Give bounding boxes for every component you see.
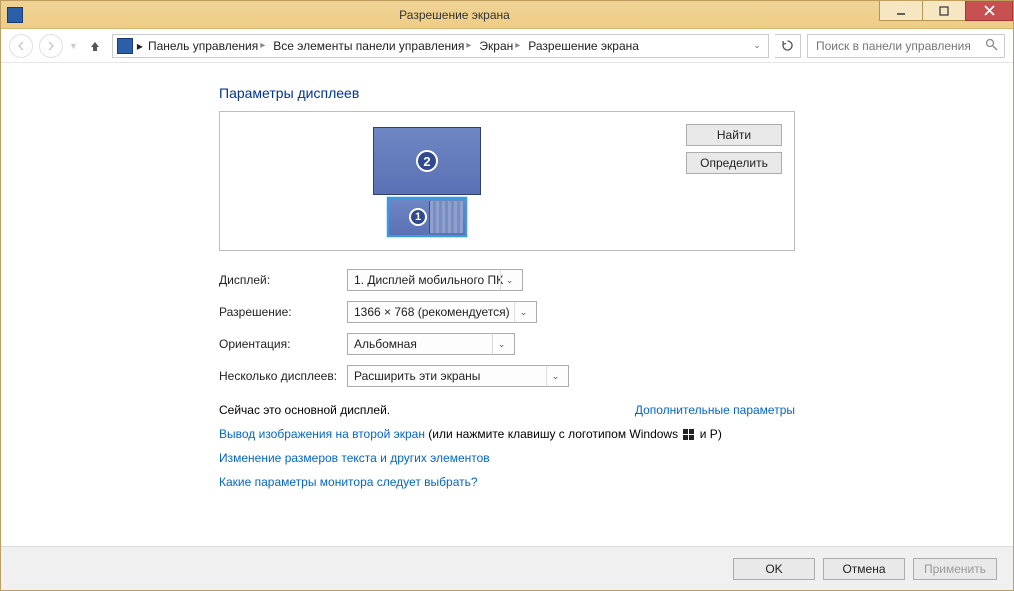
select-value: Расширить эти экраны [354,369,480,383]
breadcrumb-item[interactable]: Разрешение экрана [525,39,642,53]
orientation-select[interactable]: Альбомная ⌄ [347,333,515,355]
dialog-footer: OK Отмена Применить [1,546,1013,590]
monitor-2[interactable]: 2 [373,127,481,195]
up-button[interactable] [84,35,106,57]
address-dropdown-icon[interactable]: ⌄ [748,37,766,55]
chevron-right-icon[interactable]: ▸ [466,40,471,51]
refresh-button[interactable] [775,34,801,58]
select-value: 1366 × 768 (рекомендуется) [354,305,510,319]
control-panel-icon [117,38,133,54]
window-title: Разрешение экрана [29,8,880,22]
project-hint-2: и P) [696,427,721,441]
chevron-down-icon: ⌄ [546,366,564,386]
minimize-button[interactable] [879,1,923,21]
search-box[interactable] [807,34,1005,58]
history-dropdown-icon[interactable]: ▼ [69,41,78,51]
apply-button[interactable]: Применить [913,558,997,580]
settings-form: Дисплей: 1. Дисплей мобильного ПК ⌄ Разр… [219,269,795,387]
display-arrangement[interactable]: 2 1 [220,112,634,250]
back-button[interactable] [9,34,33,58]
chevron-right-icon[interactable]: ▸ [137,39,143,53]
monitor-number: 1 [409,208,427,226]
navbar: ▼ ▸ Панель управления▸ Все элементы пане… [1,29,1013,63]
multi-display-select[interactable]: Расширить эти экраны ⌄ [347,365,569,387]
display-label: Дисплей: [219,273,347,287]
content-area: Параметры дисплеев 2 1 Найти [1,63,1013,546]
monitor-1[interactable]: 1 [387,197,467,237]
close-button[interactable] [965,1,1013,21]
laptop-keyboard-icon [429,201,463,233]
advanced-settings-link[interactable]: Дополнительные параметры [635,403,795,417]
display-preview: 2 1 Найти Определить [219,111,795,251]
resolution-select[interactable]: 1366 × 768 (рекомендуется) ⌄ [347,301,537,323]
project-link-row: Вывод изображения на второй экран (или н… [219,427,795,441]
orientation-label: Ориентация: [219,337,347,351]
chevron-right-icon[interactable]: ▸ [260,40,265,51]
page-heading: Параметры дисплеев [219,85,795,101]
breadcrumb-item[interactable]: Все элементы панели управления▸ [270,39,474,53]
project-hint-1: (или нажмите клавишу с логотипом Windows [425,427,681,441]
display-select[interactable]: 1. Дисплей мобильного ПК ⌄ [347,269,523,291]
primary-display-note: Сейчас это основной дисплей. [219,403,390,417]
chevron-down-icon: ⌄ [514,302,532,322]
search-icon[interactable] [985,38,998,54]
ok-button[interactable]: OK [733,558,815,580]
search-input[interactable] [814,38,998,54]
cancel-button[interactable]: Отмена [823,558,905,580]
select-value: Альбомная [354,337,417,351]
multi-display-label: Несколько дисплеев: [219,369,347,383]
chevron-right-icon[interactable]: ▸ [515,40,520,51]
project-link[interactable]: Вывод изображения на второй экран [219,427,425,441]
select-value: 1. Дисплей мобильного ПК [354,273,503,287]
breadcrumb-item[interactable]: Экран▸ [476,39,523,53]
chevron-down-icon: ⌄ [500,270,518,290]
window-frame: Разрешение экрана ▼ ▸ Панель управл [0,0,1014,591]
app-icon [7,7,23,23]
forward-button[interactable] [39,34,63,58]
breadcrumb-bar[interactable]: ▸ Панель управления▸ Все элементы панели… [112,34,769,58]
monitor-number: 2 [416,150,438,172]
resize-text-link[interactable]: Изменение размеров текста и других элеме… [219,451,795,465]
windows-logo-icon [683,429,694,440]
identify-button[interactable]: Определить [686,152,782,174]
breadcrumb-item[interactable]: Панель управления▸ [145,39,268,53]
chevron-down-icon: ⌄ [492,334,510,354]
find-button[interactable]: Найти [686,124,782,146]
maximize-button[interactable] [922,1,966,21]
which-settings-link[interactable]: Какие параметры монитора следует выбрать… [219,475,795,489]
resolution-label: Разрешение: [219,305,347,319]
titlebar[interactable]: Разрешение экрана [1,1,1013,29]
